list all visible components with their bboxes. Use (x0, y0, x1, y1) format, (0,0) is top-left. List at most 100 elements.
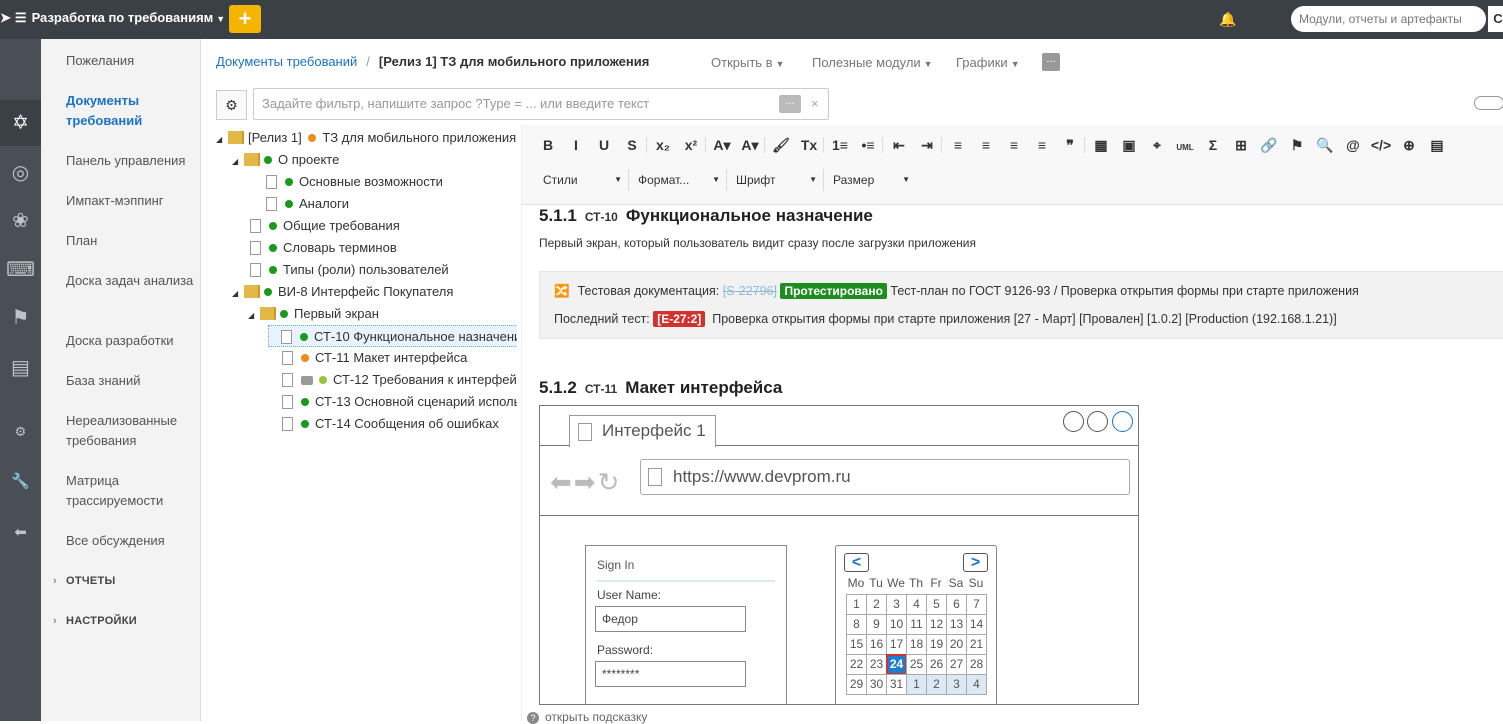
tree-node[interactable]: ◢ О проекте (232, 149, 339, 171)
flag-icon[interactable]: ⚑ (0, 295, 41, 341)
search-button[interactable]: С (1488, 6, 1503, 32)
gear-icon[interactable]: ⚙ (0, 409, 41, 455)
toolbar-button[interactable]: x² (677, 137, 705, 153)
more-button[interactable]: ... (1042, 53, 1060, 71)
tree-node[interactable]: СТ-14 Сообщения об ошибках (270, 413, 499, 435)
toolbar-button[interactable]: A▾ (708, 137, 736, 154)
nav-item-discussions[interactable]: Все обсуждения (66, 531, 196, 551)
toolbar-button[interactable]: Tx (795, 137, 823, 153)
target-icon[interactable]: ◎ (0, 150, 41, 196)
font-combo[interactable]: Шрифт ▼ (727, 169, 824, 191)
size-combo[interactable]: Размер ▼ (824, 169, 916, 191)
editor-content[interactable]: 5.1.1 СТ-10 Функциональное назначение Перв… (522, 205, 1503, 721)
nav-item-dashboard[interactable]: Панель управления (66, 151, 196, 171)
test-doc-link[interactable]: [S-22796] (723, 284, 777, 298)
tree-node[interactable]: Типы (роли) пользователей (238, 259, 449, 281)
toolbar-button[interactable]: I (562, 137, 590, 153)
view-toggle[interactable] (1474, 96, 1503, 110)
tree-node[interactable]: СТ-13 Основной сценарий использования (270, 391, 517, 413)
nav-item-wishes[interactable]: Пожелания (66, 51, 196, 71)
expand-toggle-icon[interactable]: ◢ (232, 151, 244, 173)
toolbar-button[interactable]: ▤ (1423, 137, 1451, 154)
toolbar-button[interactable]: ⌖ (1143, 137, 1171, 154)
back-arrow-icon[interactable]: ⬅ (0, 510, 41, 556)
tree-node[interactable]: СТ-10 Функциональное назначение (268, 325, 517, 347)
nav-item-analysis-board[interactable]: Доска задач анализа (66, 271, 196, 291)
tree-node[interactable]: ◢ Первый экран (248, 303, 379, 325)
document-icon[interactable]: ▤ (0, 345, 41, 391)
menu-open-in[interactable]: Открыть в ▼ (711, 55, 785, 70)
toolbar-button[interactable]: ▦ (1087, 137, 1115, 154)
project-switcher[interactable]: ➤ ☰ Разработка по требованиям ▼ (0, 10, 225, 26)
expand-toggle-icon[interactable]: ◢ (232, 283, 244, 305)
toolbar-button[interactable]: 🔍 (1311, 137, 1339, 154)
hint-link[interactable]: ? открыть подсказку (527, 710, 647, 724)
toolbar-button[interactable]: ⊕ (1395, 137, 1423, 154)
nav-item-trace-matrix[interactable]: Матрица трассируемости (66, 471, 196, 511)
top-bar: ➤ ☰ Разработка по требованиям ▼ + 🔔 Модули,… (0, 0, 1503, 39)
close-icon[interactable]: × (811, 89, 819, 119)
toolbar-button[interactable]: ≡ (1000, 137, 1028, 153)
expand-toggle-icon[interactable]: ◢ (248, 305, 260, 327)
toolbar-button[interactable]: ▣ (1115, 137, 1143, 154)
menu-useful-modules[interactable]: Полезные модули ▼ (812, 55, 933, 70)
toolbar-button[interactable]: 1≡ (826, 137, 854, 153)
toolbar-button[interactable]: ≡ (1028, 137, 1056, 153)
toolbar-button[interactable]: U (590, 137, 618, 153)
styles-combo[interactable]: Стили ▼ (534, 169, 629, 191)
calendar-day: 8 (846, 614, 867, 635)
toolbar-button[interactable]: S (618, 137, 646, 153)
filter-options-button[interactable]: ... (779, 95, 801, 113)
last-test-badge[interactable]: [E-27:2] (653, 311, 706, 327)
expand-toggle-icon[interactable]: ◢ (216, 129, 228, 151)
toolbar-button[interactable]: ≡ (972, 137, 1000, 153)
tree-node[interactable]: ◢ [Релиз 1] ТЗ для мобильного приложения (216, 127, 516, 149)
tree-icon[interactable]: ❀ (0, 198, 41, 244)
toolbar-button[interactable]: ❞ (1056, 137, 1084, 154)
toolbar-button[interactable]: Σ (1199, 137, 1227, 153)
breadcrumb-link[interactable]: Документы требований (216, 54, 357, 69)
toolbar-button[interactable]: ⇤ (885, 137, 913, 154)
toolbar-button[interactable]: x₂ (649, 137, 677, 153)
nav-item-unrealized[interactable]: Нереализованные требования (66, 411, 196, 451)
nav-item-impact-mapping[interactable]: Импакт-мэппинг (66, 191, 196, 211)
toolbar-button[interactable]: 🔗 (1255, 137, 1283, 154)
tree-node[interactable]: ◢ ВИ-8 Интерфейс Покупателя (232, 281, 453, 303)
create-button[interactable]: + (229, 5, 261, 33)
toolbar-button[interactable]: B (534, 137, 562, 153)
nav-item-dev-board[interactable]: Доска разработки (66, 331, 196, 351)
keyboard-icon[interactable]: ⌨ (0, 247, 41, 293)
filter-input[interactable]: Задайте фильтр, напишите запрос ?Type = … (253, 88, 829, 120)
toolbar-button[interactable]: </> (1367, 137, 1395, 153)
format-combo[interactable]: Формат... ▼ (629, 169, 727, 191)
toolbar-button[interactable]: ⚑ (1283, 137, 1311, 154)
wrench-icon[interactable]: 🔧 (0, 459, 41, 505)
tree-node[interactable]: СТ-12 Требования к интерфейсу (270, 369, 517, 391)
toolbar-button[interactable]: A▾ (736, 137, 764, 154)
toolbar-button[interactable]: @ (1339, 137, 1367, 153)
global-search-input[interactable]: Модули, отчеты и артефакты (1291, 6, 1486, 32)
bell-icon[interactable]: 🔔 (1219, 11, 1236, 28)
nav-section-reports[interactable]: › ОТЧЕТЫ (53, 575, 116, 587)
calendar-prev: < (844, 553, 869, 572)
toolbar-button[interactable]: ⇥ (913, 137, 941, 154)
nav-item-plan[interactable]: План (66, 231, 196, 251)
tree-node[interactable]: Основные возможности (254, 171, 443, 193)
nav-item-requirement-docs[interactable]: Документы требований (66, 91, 196, 131)
nav-item-knowledge-base[interactable]: База знаний (66, 371, 196, 391)
toolbar-button[interactable]: UML (1171, 143, 1199, 152)
toolbar-button[interactable]: 🖌 (767, 137, 795, 154)
filter-settings-button[interactable]: ⚙ (216, 90, 247, 120)
menu-charts[interactable]: Графики ▼ (956, 55, 1020, 70)
nav-section-settings[interactable]: › НАСТРОЙКИ (53, 615, 137, 627)
tree-node[interactable]: Общие требования (238, 215, 400, 237)
toolbar-button[interactable]: ≡ (944, 137, 972, 153)
tree-node[interactable]: Словарь терминов (238, 237, 397, 259)
status-dot (280, 310, 288, 318)
requirements-icon[interactable]: ✡ (0, 100, 41, 146)
tree-node[interactable]: СТ-11 Макет интерфейса (270, 347, 467, 369)
toolbar-button[interactable]: ⊞ (1227, 137, 1255, 154)
page-icon (266, 175, 277, 189)
toolbar-button[interactable]: •≡ (854, 137, 882, 153)
tree-node[interactable]: Аналоги (254, 193, 349, 215)
